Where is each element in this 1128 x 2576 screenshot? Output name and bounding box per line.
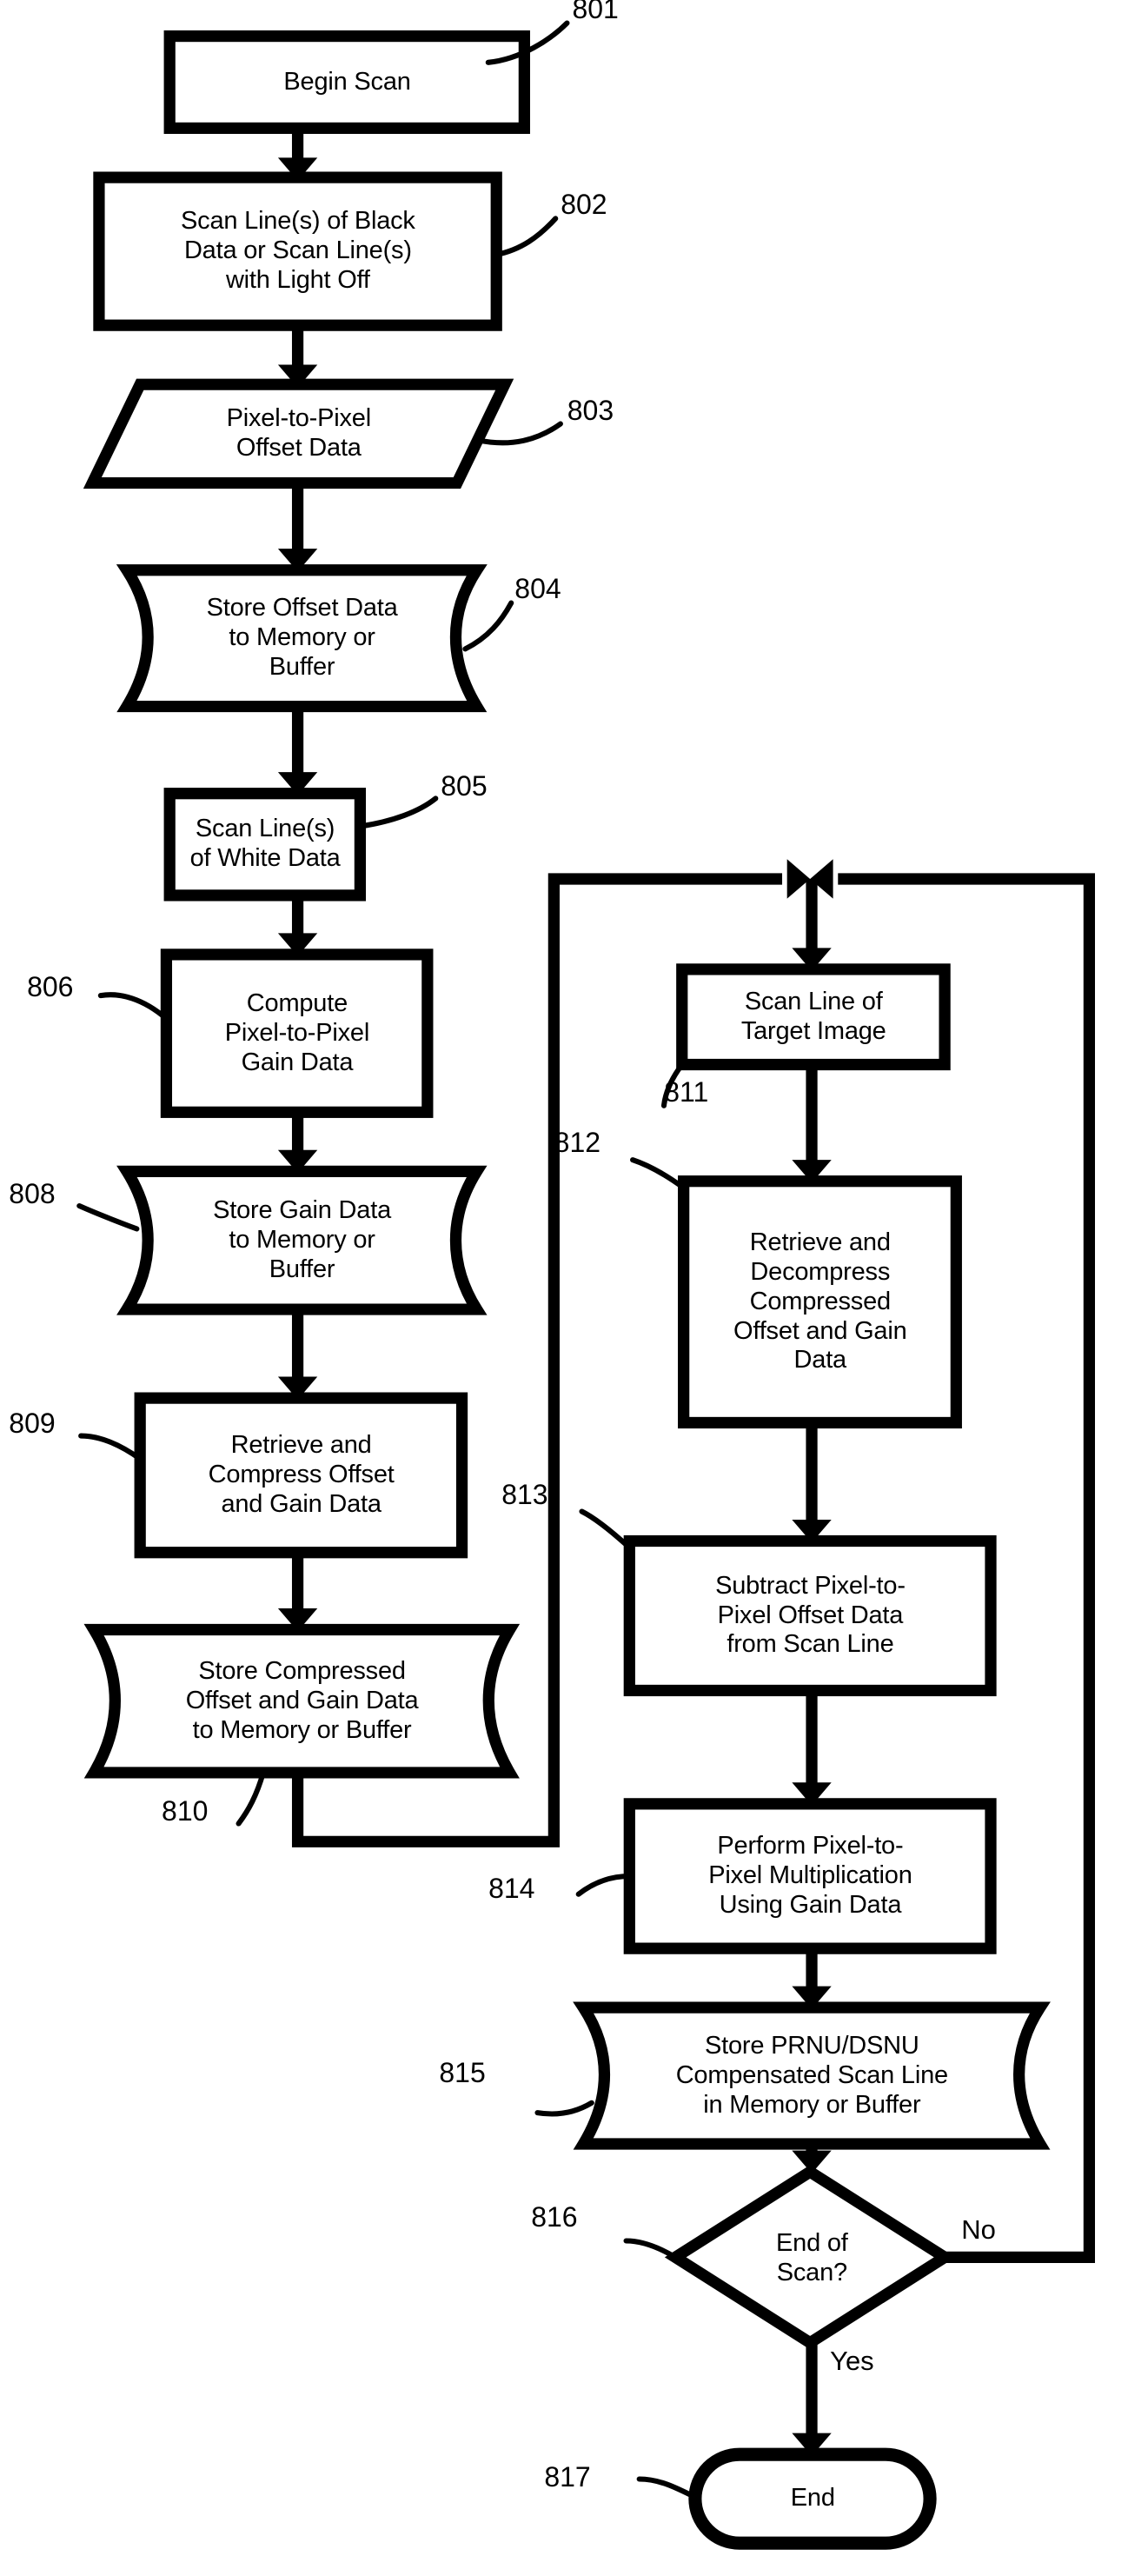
node-810-shape (83, 1623, 521, 1779)
node-814-shape (623, 1798, 997, 1954)
flowchart-canvas: Begin Scan Scan Line(s) of Black Data or… (0, 0, 1128, 2576)
node-809-shape (134, 1392, 468, 1559)
node-805-shape (163, 788, 367, 902)
edge-label-yes: Yes (830, 2346, 874, 2377)
node-816-shape (665, 2165, 956, 2350)
node-811-shape (676, 963, 951, 1071)
leader-803 (475, 421, 564, 446)
node-801-shape (163, 30, 531, 135)
node-808-shape (116, 1165, 488, 1315)
leader-808 (76, 1202, 140, 1232)
edge-815-816-arrowhead (792, 2150, 832, 2174)
leader-810 (236, 1769, 267, 1827)
ref-number-812: 812 (554, 1127, 601, 1159)
leader-815 (534, 2100, 595, 2117)
ref-number-803: 803 (567, 394, 614, 426)
node-812-shape (678, 1175, 963, 1429)
leader-809 (78, 1433, 143, 1462)
node-802-shape (93, 171, 503, 331)
node-804-shape (116, 564, 488, 713)
leader-802 (494, 216, 559, 257)
ref-number-815: 815 (439, 2056, 486, 2088)
node-817-shape (688, 2447, 937, 2550)
ref-number-801: 801 (572, 0, 619, 25)
leader-806 (98, 992, 169, 1022)
ref-number-814: 814 (488, 1873, 535, 1905)
node-803-shape (83, 378, 514, 489)
ref-number-809: 809 (9, 1408, 56, 1440)
ref-number-805: 805 (441, 770, 488, 802)
ref-number-816: 816 (531, 2201, 578, 2233)
leader-817 (636, 2476, 699, 2500)
ref-number-806: 806 (27, 970, 74, 1002)
node-815-shape (573, 2001, 1052, 2150)
ref-number-817: 817 (544, 2460, 591, 2493)
leader-814 (575, 1873, 633, 1897)
edge-label-no: No (961, 2214, 996, 2246)
leader-816 (623, 2238, 679, 2260)
node-813-shape (623, 1534, 997, 1697)
ref-number-811: 811 (664, 1075, 709, 1108)
leader-813 (579, 1508, 633, 1551)
node-806-shape (161, 949, 434, 1118)
ref-number-810: 810 (162, 1795, 209, 1827)
leader-804 (462, 600, 514, 652)
leader-812 (630, 1157, 687, 1191)
ref-number-804: 804 (514, 573, 561, 605)
ref-number-808: 808 (9, 1177, 56, 1209)
flowchart-svg (76, 20, 1096, 2550)
ref-number-813: 813 (501, 1478, 548, 1510)
leader-805 (357, 795, 439, 829)
ref-number-802: 802 (561, 189, 607, 221)
